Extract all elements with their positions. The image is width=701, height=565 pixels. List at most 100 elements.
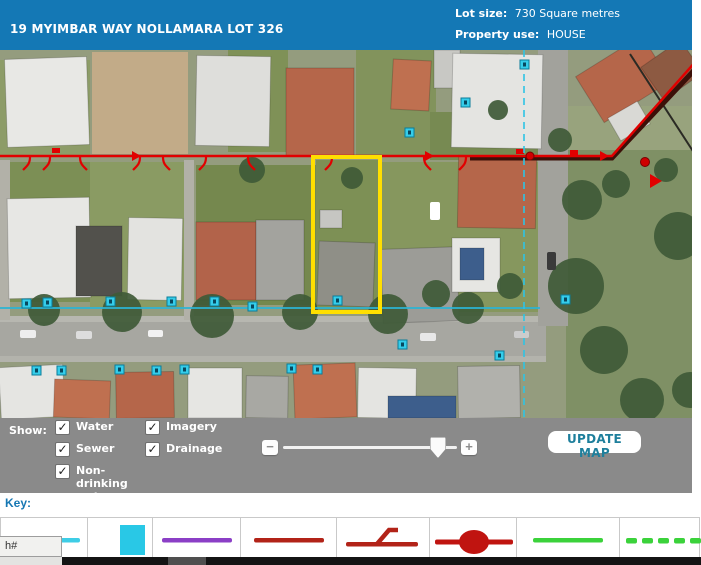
meter-marker-glyph [316, 368, 319, 372]
house-roof [320, 210, 342, 228]
sewer-access-point-symbol [430, 518, 518, 562]
parked-car [514, 331, 529, 338]
key-section: Key: Non-drinkingSewerDrainage main [0, 493, 701, 565]
house-roof [188, 368, 242, 418]
meter-marker-glyph [60, 369, 63, 373]
aerial-map[interactable] [0, 50, 692, 418]
tree [548, 258, 604, 314]
tree [548, 128, 572, 152]
update-map-button[interactable]: UPDATE MAP [548, 431, 641, 453]
meter-marker-glyph [213, 300, 216, 304]
key-title: Key: [5, 496, 31, 510]
house-roof [4, 57, 89, 148]
tree [562, 180, 602, 220]
lot-size-row: Lot size: 730 Square metres [455, 7, 620, 20]
layer-checkbox-drainage[interactable]: ✓ Drainage [145, 442, 255, 457]
meter-marker-glyph [35, 369, 38, 373]
meter-marker-glyph [290, 367, 293, 371]
lot-size-label: Lot size: [455, 7, 507, 20]
checkbox-icon[interactable]: ✓ [55, 420, 70, 435]
house-roof [391, 59, 432, 111]
house-roof [53, 379, 110, 418]
layer-checkbox-imagery[interactable]: ✓ Imagery [145, 420, 255, 435]
checkbox-icon[interactable]: ✓ [145, 442, 160, 457]
bottom-black-bar [62, 557, 701, 565]
tree [488, 100, 508, 120]
house-roof [460, 248, 484, 280]
house-roof [293, 363, 357, 418]
house-roof [116, 371, 175, 418]
meter-marker-glyph [336, 299, 339, 303]
house-roof [457, 155, 536, 228]
checkbox-icon[interactable]: ✓ [55, 464, 70, 479]
checkbox-icon[interactable]: ✓ [55, 442, 70, 457]
checkbox-label: Sewer [76, 442, 114, 455]
meter-marker-glyph [498, 354, 501, 358]
meter-marker-glyph [183, 368, 186, 372]
ground-patch [92, 52, 188, 154]
parked-car [76, 331, 92, 339]
meter-marker-glyph [170, 300, 173, 304]
meter-marker-glyph [46, 301, 49, 305]
hydrant-symbol [570, 150, 578, 155]
tree [580, 326, 628, 374]
drainage-pipe-symbol [524, 518, 612, 562]
checkbox-label: Drainage [166, 442, 222, 455]
ground-patch [184, 160, 194, 320]
meter-marker-glyph [109, 300, 112, 304]
zoom-in-button[interactable]: + [461, 440, 477, 455]
house-roof [76, 226, 122, 296]
meter-marker-glyph [523, 63, 526, 67]
drainage-main-symbol [620, 518, 701, 562]
header-bar: 19 MYIMBAR WAY NOLLAMARA LOT 326 Lot siz… [0, 0, 692, 50]
checkbox-label: Water [76, 420, 113, 433]
meter-marker-glyph [401, 343, 404, 347]
water-main-node [526, 152, 534, 160]
property-use-label: Property use: [455, 28, 539, 41]
status-tooltip: h# [0, 536, 62, 557]
sewer-pipe-symbol [245, 518, 333, 562]
parked-car [430, 202, 440, 220]
aerial-photo [0, 50, 692, 418]
zoom-out-button[interactable]: − [262, 440, 278, 455]
parked-car [20, 330, 36, 338]
tree [239, 157, 265, 183]
meter-marker-glyph [155, 369, 158, 373]
meter-marker-glyph [251, 305, 254, 309]
meter-marker-glyph [408, 131, 411, 135]
parked-car [547, 252, 556, 270]
hydrant-symbol [52, 148, 60, 153]
ground-patch [0, 356, 546, 362]
house-roof [196, 222, 256, 300]
tree [422, 280, 450, 308]
house-roof [246, 376, 289, 418]
tree [341, 167, 363, 189]
meter-marker-glyph [25, 302, 28, 306]
checkbox-icon[interactable]: ✓ [145, 420, 160, 435]
water-main-node [641, 158, 650, 167]
lot-size-value: 730 Square metres [515, 7, 620, 20]
tree [602, 170, 630, 198]
layer-checkbox-water[interactable]: ✓ Water [55, 420, 143, 435]
checkbox-column-2: ✓ Imagery ✓ Drainage [145, 420, 255, 464]
parked-car [148, 330, 163, 337]
house-roof [317, 241, 375, 307]
meter-marker-glyph [564, 298, 567, 302]
show-label: Show: [9, 424, 47, 437]
bottom-left-strip [0, 557, 62, 565]
bottom-bar-thumb [168, 557, 206, 565]
checkbox-label: Imagery [166, 420, 217, 433]
lot-info: Lot size: 730 Square metres Property use… [455, 7, 620, 49]
sewer-connection-symbol [339, 518, 427, 562]
property-use-row: Property use: HOUSE [455, 28, 620, 41]
hydrant-symbol [516, 149, 524, 154]
meter-marker-glyph [118, 368, 121, 372]
house-roof [195, 55, 271, 146]
property-use-value: HOUSE [547, 28, 586, 41]
property-map-page: 19 MYIMBAR WAY NOLLAMARA LOT 326 Lot siz… [0, 0, 701, 565]
layer-checkbox-sewer[interactable]: ✓ Sewer [55, 442, 143, 457]
house-roof [286, 68, 354, 156]
house-roof [388, 396, 456, 418]
parked-car [420, 333, 436, 341]
house-roof [458, 365, 521, 418]
